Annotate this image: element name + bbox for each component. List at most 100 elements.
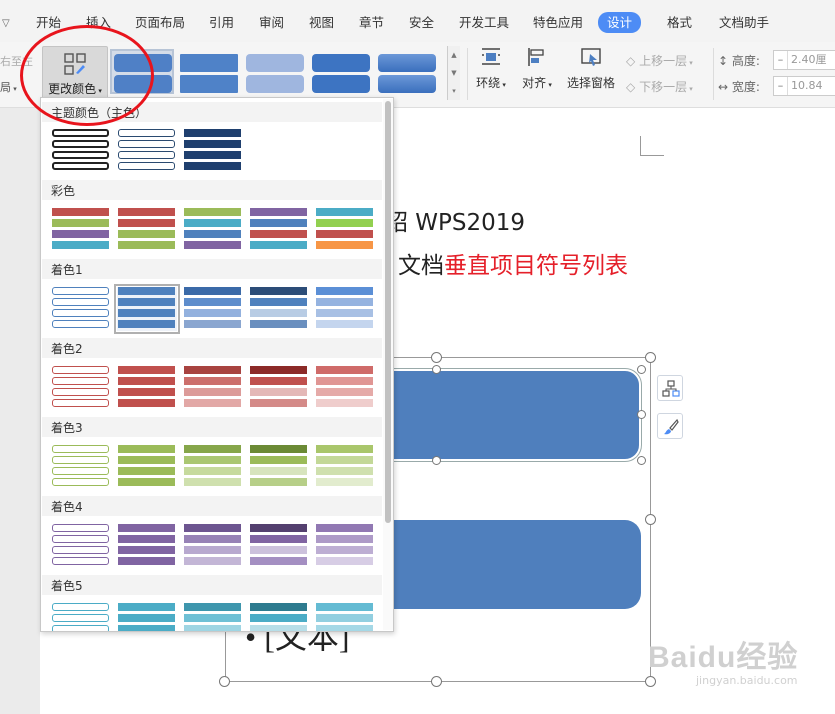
bring-forward-button[interactable]: ◇ 上移一层 ▾ — [626, 52, 693, 69]
swatch-bar — [250, 320, 307, 328]
shape-resize-handle[interactable] — [637, 410, 646, 419]
color-scheme-swatch[interactable] — [249, 208, 309, 252]
document-heading-line2[interactable]: 文档垂直项目符号列表 — [398, 246, 628, 280]
color-scheme-swatch[interactable] — [117, 129, 177, 173]
layout-button[interactable]: 局 ▾ — [0, 79, 17, 95]
gallery-scrollbar[interactable]: ▲ ▼ ▾ — [447, 46, 460, 100]
color-scheme-swatch[interactable] — [51, 366, 111, 410]
tab-chapter[interactable]: 章节 — [359, 13, 384, 33]
color-scheme-swatch[interactable] — [249, 287, 309, 331]
swatch-bar — [118, 535, 175, 543]
selection-pane-label: 选择窗格 — [566, 76, 615, 90]
swatch-bar — [184, 614, 241, 622]
style-brush-button[interactable] — [657, 413, 683, 439]
chevron-down-icon: ▾ — [687, 85, 693, 93]
tab-security[interactable]: 安全 — [409, 13, 434, 33]
dropdown-scrollbar[interactable] — [383, 99, 393, 630]
change-color-button[interactable]: 更改颜色 ▾ — [42, 46, 108, 102]
smartart-style-option[interactable] — [310, 49, 374, 94]
color-scheme-swatch[interactable] — [117, 445, 177, 489]
height-decrease-button[interactable]: – — [774, 51, 788, 69]
swatch-bar — [316, 298, 373, 306]
tab-view[interactable]: 视图 — [309, 13, 334, 33]
tab-developer[interactable]: 开发工具 — [459, 13, 509, 33]
smartart-style-option[interactable] — [110, 49, 174, 94]
width-field[interactable]: –10.84 — [773, 76, 835, 96]
send-backward-button[interactable]: ◇ 下移一层 ▾ — [626, 78, 693, 95]
wrap-button[interactable]: 环绕 ▾ — [473, 46, 509, 91]
shape-resize-handle[interactable] — [637, 365, 646, 374]
color-scheme-swatch[interactable] — [183, 366, 243, 410]
resize-handle[interactable] — [645, 352, 656, 363]
color-scheme-swatch[interactable] — [315, 287, 375, 331]
color-scheme-swatch[interactable] — [51, 445, 111, 489]
tab-special-apps[interactable]: 特色应用 — [533, 13, 583, 33]
width-decrease-button[interactable]: – — [774, 77, 788, 95]
tab-doc-assistant[interactable]: 文档助手 — [719, 13, 769, 33]
swatch-bar — [250, 241, 307, 249]
color-scheme-swatch[interactable] — [51, 208, 111, 252]
swatch-bar — [118, 546, 175, 554]
color-scheme-swatch[interactable] — [183, 287, 243, 331]
swatch-bar — [250, 208, 307, 216]
shape-resize-handle[interactable] — [432, 456, 441, 465]
color-scheme-swatch[interactable] — [315, 366, 375, 410]
color-scheme-swatch[interactable] — [249, 524, 309, 568]
scroll-up-icon[interactable]: ▲ — [448, 46, 460, 64]
color-scheme-swatch[interactable] — [183, 524, 243, 568]
resize-handle[interactable] — [431, 352, 442, 363]
tab-review[interactable]: 审阅 — [259, 13, 284, 33]
color-scheme-swatch[interactable] — [183, 603, 243, 631]
selection-pane-button[interactable]: 选择窗格 — [565, 46, 617, 91]
color-scheme-swatch[interactable] — [315, 208, 375, 252]
smartart-style-option[interactable] — [178, 49, 242, 94]
expand-gallery-icon[interactable]: ▾ — [448, 82, 460, 100]
tab-design[interactable]: 设计 — [598, 12, 642, 33]
tab-home[interactable]: 开始 — [36, 13, 61, 33]
color-scheme-swatch[interactable] — [183, 445, 243, 489]
color-scheme-swatch[interactable] — [249, 603, 309, 631]
resize-handle[interactable] — [219, 676, 230, 687]
scroll-down-icon[interactable]: ▼ — [448, 64, 460, 82]
smartart-shape[interactable] — [360, 520, 641, 609]
swatch-bar — [52, 603, 109, 611]
color-scheme-swatch[interactable] — [51, 129, 111, 173]
color-scheme-swatch[interactable] — [183, 208, 243, 252]
smartart-style-option[interactable] — [376, 49, 440, 94]
right-to-left-button[interactable]: 右至左 — [0, 53, 33, 69]
swatch-bar — [118, 399, 175, 407]
color-scheme-swatch[interactable] — [51, 524, 111, 568]
color-scheme-swatch[interactable] — [114, 284, 180, 334]
shape-resize-handle[interactable] — [637, 456, 646, 465]
color-scheme-swatch[interactable] — [117, 366, 177, 410]
color-scheme-swatch[interactable] — [315, 524, 375, 568]
color-scheme-swatch[interactable] — [183, 129, 243, 173]
resize-handle[interactable] — [645, 514, 656, 525]
color-scheme-swatch[interactable] — [315, 603, 375, 631]
smartart-shape-selected[interactable] — [359, 368, 642, 462]
swatch-bar — [52, 320, 109, 328]
resize-handle[interactable] — [431, 676, 442, 687]
quick-access-dropdown-icon[interactable]: ▽ — [2, 14, 10, 34]
color-scheme-swatch[interactable] — [249, 445, 309, 489]
height-field[interactable]: –2.40厘 — [773, 50, 835, 70]
color-scheme-swatch[interactable] — [249, 366, 309, 410]
color-scheme-swatch[interactable] — [51, 287, 111, 331]
smartart-style-option[interactable] — [244, 49, 308, 94]
tab-page-layout[interactable]: 页面布局 — [135, 13, 185, 33]
shape-resize-handle[interactable] — [432, 365, 441, 374]
align-button[interactable]: 对齐 ▾ — [519, 46, 555, 91]
color-scheme-swatch[interactable] — [117, 603, 177, 631]
width-icon: ↔ — [718, 80, 729, 94]
tab-references[interactable]: 引用 — [209, 13, 234, 33]
swatch-bar — [250, 219, 307, 227]
color-scheme-swatch[interactable] — [51, 603, 111, 631]
add-shape-button[interactable] — [657, 375, 683, 401]
scrollbar-thumb[interactable] — [385, 101, 391, 523]
color-scheme-swatch[interactable] — [315, 445, 375, 489]
chevron-down-icon: ▾ — [687, 59, 693, 67]
color-scheme-swatch[interactable] — [117, 208, 177, 252]
color-scheme-swatch[interactable] — [117, 524, 177, 568]
tab-insert[interactable]: 插入 — [86, 13, 111, 33]
tab-format[interactable]: 格式 — [667, 13, 692, 33]
